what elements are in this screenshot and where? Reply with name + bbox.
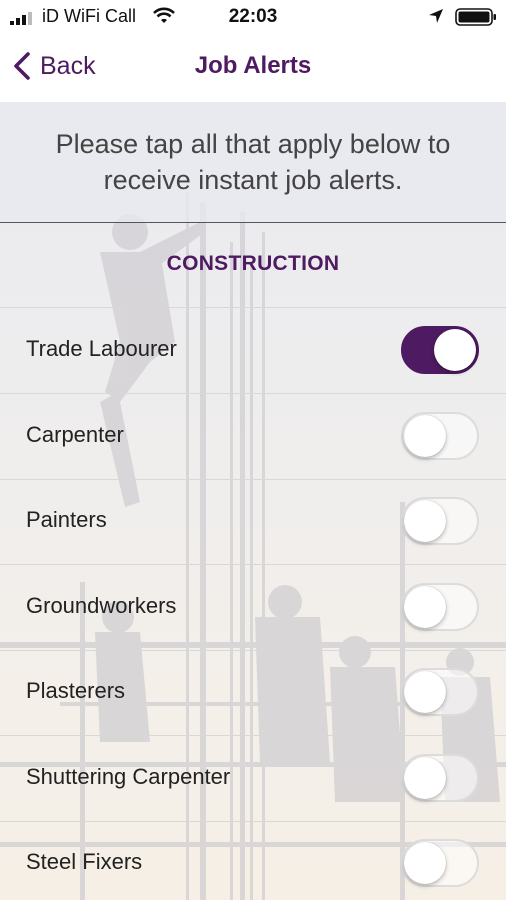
painters-toggle[interactable] xyxy=(401,497,479,545)
job-label: Trade Labourer xyxy=(26,336,177,361)
toggle-knob xyxy=(404,842,446,884)
section-header-construction: CONSTRUCTION xyxy=(0,223,506,308)
job-label: Groundworkers xyxy=(26,593,177,618)
location-arrow-icon xyxy=(429,9,443,23)
page-title: Job Alerts xyxy=(194,52,312,79)
toggle-knob xyxy=(404,500,446,542)
list-item[interactable]: Plasterers xyxy=(0,650,506,736)
job-label: Steel Fixers xyxy=(26,849,143,874)
battery-icon xyxy=(455,8,496,26)
job-label: Plasterers xyxy=(26,678,126,703)
toggle-knob xyxy=(404,415,446,457)
steel-fixers-toggle[interactable] xyxy=(401,839,479,887)
groundworkers-toggle[interactable] xyxy=(401,583,479,631)
list-item[interactable]: Carpenter xyxy=(0,394,506,480)
toggle-knob xyxy=(404,671,446,713)
toggle-knob xyxy=(404,586,446,628)
toggle-knob xyxy=(434,329,476,371)
instructions-text: Please tap all that apply below to recei… xyxy=(55,129,451,195)
instructions-banner: Please tap all that apply below to recei… xyxy=(0,102,506,223)
section-title: CONSTRUCTION xyxy=(166,252,340,275)
carpenter-toggle[interactable] xyxy=(401,412,479,460)
list-item[interactable]: Painters xyxy=(0,479,506,565)
shuttering-carpenter-toggle[interactable] xyxy=(401,754,479,802)
list-item[interactable]: Trade Labourer xyxy=(0,308,506,394)
job-label: Carpenter xyxy=(26,422,124,447)
list-item[interactable]: Steel Fixers xyxy=(0,821,506,906)
plasterers-toggle[interactable] xyxy=(401,668,479,716)
job-label: Painters xyxy=(26,507,107,532)
status-bar: iD WiFi Call 22:03 xyxy=(0,0,506,34)
navigation-bar: Back Job Alerts xyxy=(0,34,506,102)
trade-labourer-toggle[interactable] xyxy=(401,326,479,374)
job-label: Shuttering Carpenter xyxy=(26,764,231,789)
toggle-knob xyxy=(404,757,446,799)
job-alerts-list[interactable]: Please tap all that apply below to recei… xyxy=(0,102,506,900)
list-item[interactable]: Groundworkers xyxy=(0,565,506,651)
list-item[interactable]: Shuttering Carpenter xyxy=(0,736,506,822)
